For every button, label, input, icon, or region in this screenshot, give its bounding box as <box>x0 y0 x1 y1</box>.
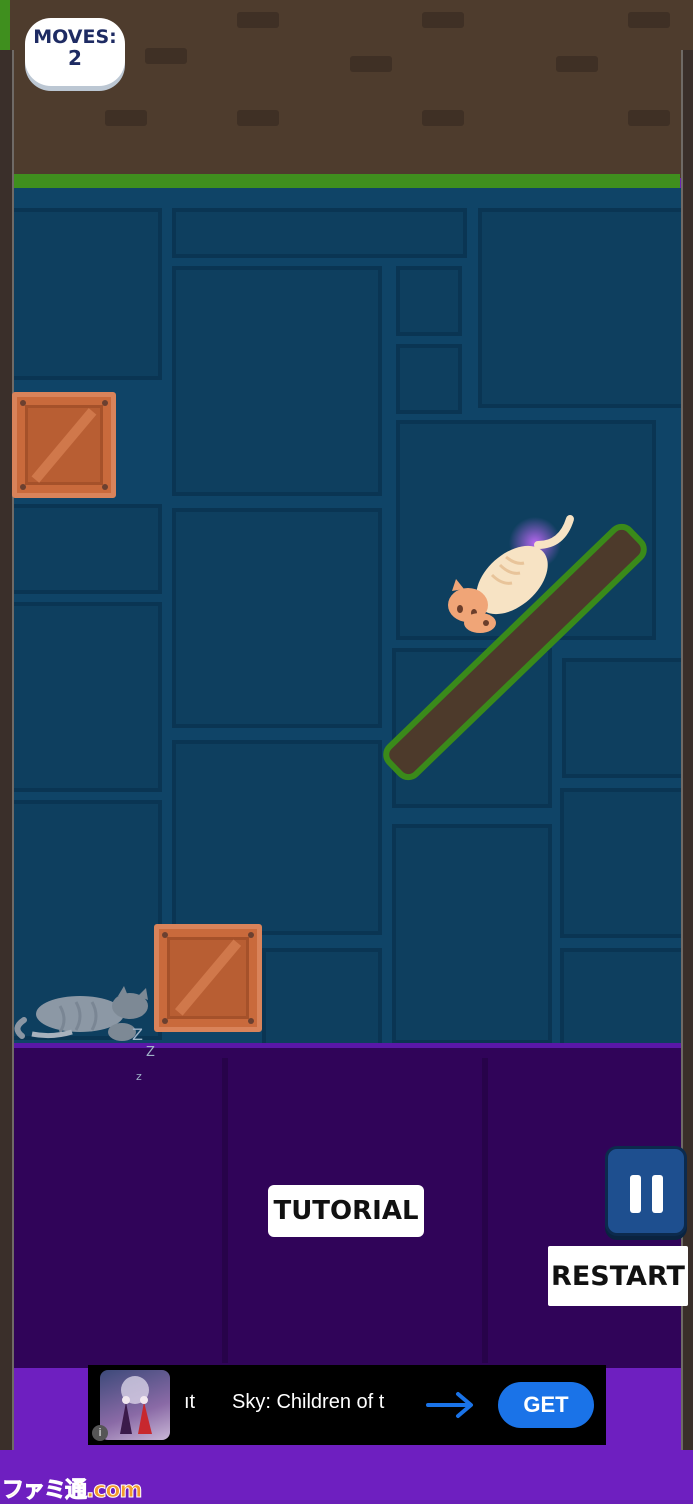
ad-banner[interactable]: i ıt Sky: Children of t GET <box>88 1365 606 1445</box>
wall-panel <box>262 948 382 1043</box>
sleeping-cat-leg <box>31 1029 73 1039</box>
crate-rivet <box>102 484 108 490</box>
wall-panel <box>172 266 382 496</box>
ad-app-artwork <box>120 1376 152 1434</box>
cat-ear <box>452 579 464 591</box>
pause-bar <box>630 1175 641 1213</box>
dirt-brick <box>422 12 464 28</box>
crate-rivet <box>162 932 168 938</box>
grass-edge <box>12 174 680 188</box>
crate-rivet <box>20 484 26 490</box>
moves-label: MOVES: <box>33 26 117 48</box>
cat-eye <box>457 605 463 613</box>
ad-title: Sky: Children of t <box>232 1391 385 1413</box>
dirt-brick <box>556 56 598 72</box>
wall-panel <box>396 344 462 414</box>
wall-panel <box>392 824 552 1043</box>
dirt-brick <box>350 56 392 72</box>
tutorial-button[interactable]: TUTORIAL <box>268 1185 424 1237</box>
pause-button[interactable] <box>605 1146 687 1236</box>
wall-panel <box>396 266 462 336</box>
wall-panel <box>562 658 681 778</box>
ad-partial-text: ıt <box>184 1391 196 1413</box>
wall-panel <box>172 208 467 258</box>
watermark-logo: ファミ通.com <box>1 1478 142 1504</box>
crate-rivet <box>248 932 254 938</box>
zzz-icon: Z <box>146 1045 155 1060</box>
zzz-icon: Z <box>132 1025 143 1044</box>
wall-panel <box>478 208 681 408</box>
crate-plank <box>174 939 242 1017</box>
crate-rivet <box>102 400 108 406</box>
ad-art-head <box>122 1396 130 1404</box>
wall-panel <box>560 788 681 938</box>
pause-bar <box>652 1175 663 1213</box>
wooden-crate[interactable] <box>154 924 262 1032</box>
wall-panel <box>560 948 681 1043</box>
moves-counter: MOVES: 2 <box>25 18 125 86</box>
crate-face <box>167 937 249 1019</box>
left-wall <box>0 50 14 1450</box>
zzz-icon: z <box>136 1070 142 1083</box>
ad-art-figure <box>120 1402 132 1434</box>
cat-paw <box>464 613 496 633</box>
grass-corner <box>0 0 10 50</box>
wooden-crate[interactable] <box>12 392 116 498</box>
dirt-brick <box>145 48 187 64</box>
crate-rivet <box>248 1018 254 1024</box>
restart-button[interactable]: RESTART <box>548 1246 688 1306</box>
crate-plank <box>31 407 97 483</box>
sleeping-cat-tail <box>14 1017 27 1039</box>
dirt-brick <box>422 110 464 126</box>
cat-nose <box>483 620 489 626</box>
dirt-brick <box>628 12 670 28</box>
dirt-brick <box>237 12 279 28</box>
right-wall <box>681 50 693 1450</box>
dirt-brick <box>237 110 279 126</box>
sleeping-cat: Z Z z <box>14 986 155 1083</box>
floor-seam <box>482 1058 488 1363</box>
sleeping-cat-ear <box>118 986 128 996</box>
crate-rivet <box>20 400 26 406</box>
ad-art-figure <box>138 1402 152 1434</box>
wall-panel <box>12 602 162 792</box>
wall-panel <box>172 740 382 935</box>
wall-panel <box>12 208 162 380</box>
moves-value: 2 <box>68 46 82 70</box>
awake-cat <box>448 515 574 633</box>
dirt-brick <box>105 110 147 126</box>
dirt-brick <box>628 110 670 126</box>
arrow-right-icon <box>426 1392 473 1418</box>
get-button[interactable]: GET <box>498 1382 594 1428</box>
wall-panel <box>172 508 382 728</box>
floor-seam <box>222 1058 228 1363</box>
wall-panel <box>12 504 162 594</box>
ad-app-icon[interactable] <box>100 1370 170 1440</box>
crate-face <box>25 405 103 485</box>
ad-art-head <box>140 1396 148 1404</box>
info-icon[interactable]: i <box>92 1425 108 1441</box>
